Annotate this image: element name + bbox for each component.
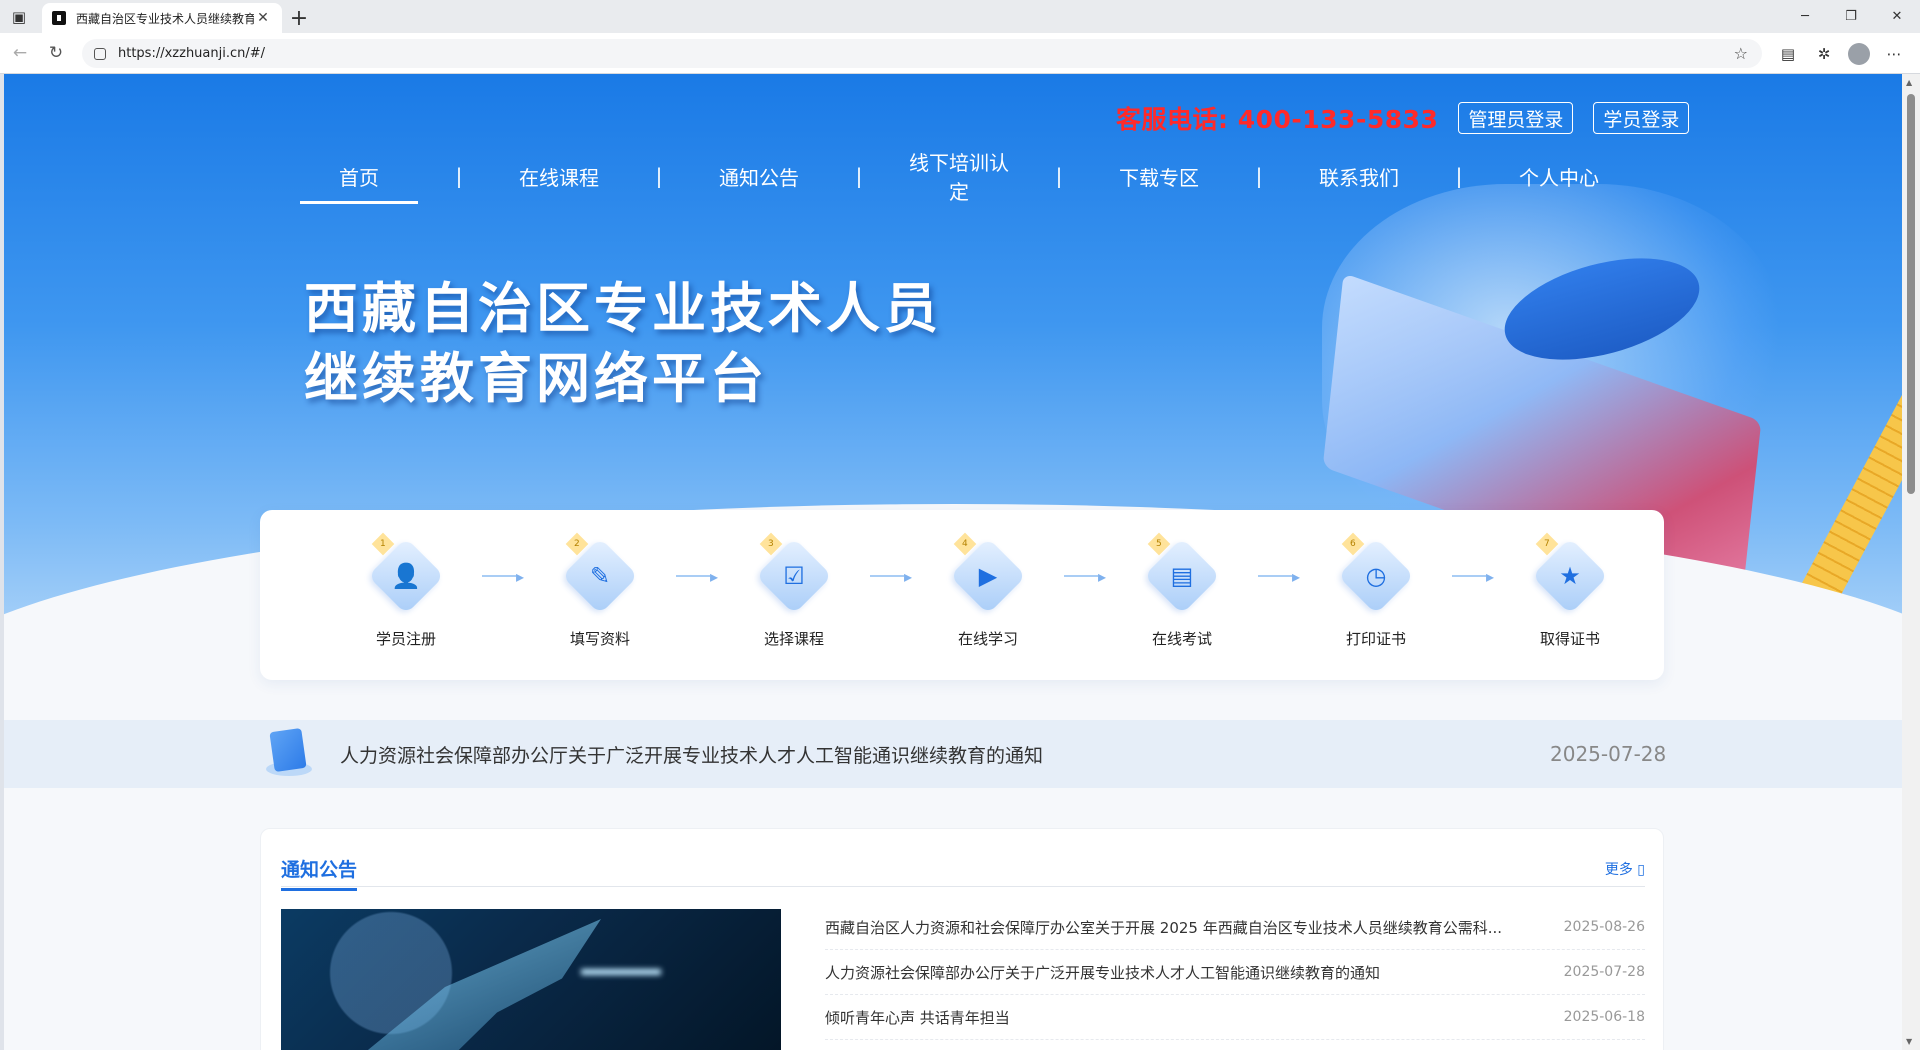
process-step[interactable]: ▤ 5 在线考试: [1116, 532, 1248, 649]
favorite-star-icon[interactable]: ☆: [1734, 44, 1748, 63]
notice-item-date: 2025-07-28: [1563, 964, 1645, 980]
more-menu-icon[interactable]: ⋯: [1876, 37, 1912, 71]
hero-title-line1: 西藏自治区专业技术人员: [304, 277, 942, 340]
step-label: 选择课程: [763, 630, 824, 648]
nav-item-online-courses[interactable]: 在线课程: [500, 154, 618, 198]
sidebar-toggle-icon[interactable]: ▣: [0, 0, 38, 33]
address-bar[interactable]: https://xzzhuanji.cn/#/ ☆: [82, 39, 1762, 68]
process-step[interactable]: ☑ 3 选择课程: [728, 532, 860, 649]
student-login-button[interactable]: 学员登录: [1593, 102, 1690, 134]
browser-tab[interactable]: 西藏自治区专业技术人员继续教育 ✕: [42, 3, 282, 33]
notice-more-link[interactable]: 更多 ▯: [1605, 859, 1645, 879]
step-label: 打印证书: [1345, 630, 1406, 648]
process-step[interactable]: ★ 7 取得证书: [1504, 532, 1636, 649]
notice-item[interactable]: 人力资源社会保障部办公厅关于广泛开展专业技术人才人工智能通识继续教育的通知 20…: [825, 950, 1645, 995]
browser-toolbar: ← ↻ https://xzzhuanji.cn/#/ ☆ ▤ ✲ ⋯: [0, 33, 1920, 74]
print-certificate-icon: ◷: [1365, 562, 1387, 590]
nav-item-personal-center[interactable]: 个人中心: [1500, 154, 1618, 198]
notice-item-date: 2025-08-26: [1563, 919, 1645, 935]
nav-item-contact[interactable]: 联系我们: [1300, 154, 1418, 198]
browser-actions: ▤ ✲ ⋯: [1770, 37, 1912, 71]
notice-feature-image[interactable]: [281, 909, 781, 1050]
scroll-up-icon[interactable]: ▲: [1906, 78, 1912, 87]
nav-separator: |: [655, 164, 663, 188]
notice-title[interactable]: 通知公告: [281, 855, 358, 891]
hero-title-line2: 继续教育网络平台: [304, 347, 768, 410]
nav-separator: |: [455, 164, 463, 188]
nav-separator: |: [1255, 164, 1263, 188]
notice-item-title[interactable]: 倾听青年心声 共话青年担当: [825, 1007, 1564, 1028]
scroll-down-icon[interactable]: ▼: [1906, 1037, 1912, 1046]
process-step[interactable]: ▶ 4 在线学习: [922, 532, 1054, 649]
step-label: 学员注册: [375, 630, 436, 648]
news-ticker-date: 2025-07-28: [1550, 742, 1667, 766]
collections-icon[interactable]: ▤: [1770, 37, 1806, 71]
extensions-icon[interactable]: ✲: [1806, 37, 1842, 71]
notice-item-title[interactable]: 西藏自治区人力资源和社会保障厅办公室关于开展 2025 年西藏自治区专业技术人员…: [825, 917, 1564, 938]
ai-hand-illustration: [341, 919, 601, 1050]
news-ticker-link[interactable]: 人力资源社会保障部办公厅关于广泛开展专业技术人才人工智能通识继续教育的通知: [340, 741, 1043, 768]
registration-process: 👤 1 学员注册 ▸ ✎ 2 填写资料 ▸ ☑ 3 选择课程 ▸ ▶ 4 在线学…: [260, 510, 1664, 680]
news-document-icon: [260, 726, 316, 782]
minimize-icon[interactable]: ─: [1782, 0, 1828, 33]
window-controls: ─ ❐ ✕: [1782, 0, 1920, 33]
lock-icon[interactable]: [94, 47, 106, 60]
step-label: 取得证书: [1539, 630, 1600, 648]
arrow-right-icon: ▸: [669, 540, 725, 612]
notice-item-date: 2025-06-18: [1563, 1009, 1645, 1025]
admin-login-button[interactable]: 管理员登录: [1458, 102, 1574, 134]
process-step[interactable]: 👤 1 学员注册: [340, 532, 472, 649]
nav-separator: |: [1055, 164, 1063, 188]
certificate-icon: ★: [1559, 562, 1581, 590]
main-nav: 首页 | 在线课程 | 通知公告 | 线下培训认定 | 下载专区 | 联系我们 …: [300, 151, 1618, 204]
header-utility: 客服电话: 400-133-5833 管理员登录 学员登录: [1116, 100, 1690, 136]
service-hotline: 客服电话: 400-133-5833: [1116, 105, 1439, 134]
process-step[interactable]: ✎ 2 填写资料: [534, 532, 666, 649]
notice-item-title[interactable]: 人力资源社会保障部办公厅关于广泛开展专业技术人才人工智能通识继续教育的通知: [825, 962, 1564, 983]
page-viewport: 客服电话: 400-133-5833 管理员登录 学员登录 首页 | 在线课程 …: [4, 74, 1902, 1050]
scrollbar-thumb[interactable]: [1907, 94, 1915, 494]
nav-separator: |: [855, 164, 863, 188]
profile-avatar[interactable]: [1848, 43, 1870, 65]
arrow-right-icon: ▸: [1057, 540, 1113, 612]
hero-title: 西藏自治区专业技术人员 继续教育网络平台: [304, 274, 942, 414]
tab-title: 西藏自治区专业技术人员继续教育: [76, 11, 254, 26]
edit-icon: ✎: [589, 562, 611, 590]
browser-tabbar: ▣ 西藏自治区专业技术人员继续教育 ✕ + ─ ❐ ✕: [0, 0, 1920, 33]
nav-item-offline-training[interactable]: 线下培训认定: [900, 151, 1018, 204]
nav-separator: |: [1455, 164, 1463, 188]
restore-icon[interactable]: ❐: [1828, 0, 1874, 33]
new-tab-icon[interactable]: +: [282, 3, 316, 33]
notice-item[interactable]: 西藏自治区人力资源和社会保障厅办公室关于开展 2025 年西藏自治区专业技术人员…: [825, 905, 1645, 950]
arrow-right-icon: ▸: [1445, 540, 1501, 612]
select-course-icon: ☑: [783, 562, 805, 590]
notice-header: 通知公告 更多 ▯: [281, 849, 1645, 891]
page-scrollbar[interactable]: ▲ ▼: [1902, 74, 1920, 1050]
close-window-icon[interactable]: ✕: [1874, 0, 1920, 33]
arrow-right-icon: ▸: [475, 540, 531, 612]
nav-item-notices[interactable]: 通知公告: [700, 154, 818, 198]
reload-icon[interactable]: ↻: [38, 35, 74, 71]
user-add-icon: 👤: [391, 562, 421, 590]
exam-icon: ▤: [1170, 562, 1194, 590]
process-step[interactable]: ◷ 6 打印证书: [1310, 532, 1442, 649]
step-label: 在线学习: [957, 630, 1018, 648]
arrow-right-icon: ▸: [863, 540, 919, 612]
step-label: 填写资料: [569, 630, 630, 648]
url-text: https://xzzhuanji.cn/#/: [118, 46, 266, 61]
nav-item-home[interactable]: 首页: [300, 154, 418, 204]
site-favicon-icon: [52, 11, 66, 25]
notice-panel: 通知公告 更多 ▯ 西藏自治区人力资源和社会保障厅办公室关于开展 2025 年西…: [260, 828, 1664, 1050]
nav-item-downloads[interactable]: 下载专区: [1100, 154, 1218, 198]
notice-list: 西藏自治区人力资源和社会保障厅办公室关于开展 2025 年西藏自治区专业技术人员…: [825, 905, 1645, 1040]
glow-decoration: [581, 969, 661, 975]
arrow-right-icon: ▸: [1251, 540, 1307, 612]
notice-item[interactable]: 倾听青年心声 共话青年担当 2025-06-18: [825, 995, 1645, 1040]
tab-close-icon[interactable]: ✕: [254, 10, 272, 26]
video-play-icon: ▶: [978, 562, 998, 590]
step-label: 在线考试: [1151, 630, 1212, 648]
back-icon[interactable]: ←: [2, 35, 38, 71]
news-ticker: 人力资源社会保障部办公厅关于广泛开展专业技术人才人工智能通识继续教育的通知 20…: [4, 720, 1902, 788]
